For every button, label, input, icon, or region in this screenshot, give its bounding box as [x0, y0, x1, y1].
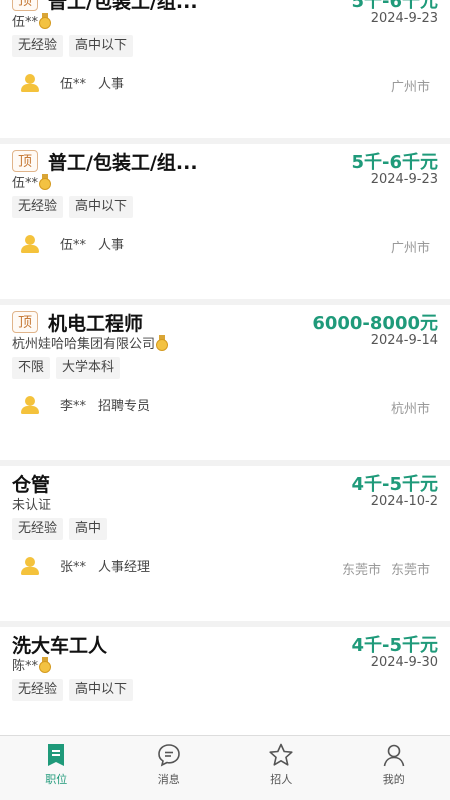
star-icon: [269, 743, 293, 766]
recruiter-info: 李** 招聘专员: [20, 395, 150, 414]
job-city: 广州市: [391, 237, 430, 256]
recruiter-role: 人事: [98, 238, 125, 253]
recruiter-name: 张**: [60, 560, 87, 575]
company-name: 伍**: [12, 11, 52, 30]
job-card[interactable]: 顶 普工/包装工/组... 5千-6千元 伍** 2024-9-23 无经验 高…: [0, 144, 450, 299]
recruiter-name: 李**: [60, 399, 87, 414]
recruiter-name: 伍**: [60, 238, 87, 253]
tag-education: 高中以下: [69, 35, 134, 57]
tag-experience: 无经验: [12, 518, 64, 540]
company-label: 陈**: [12, 659, 39, 674]
tab-label: 招人: [270, 773, 293, 786]
top-badge: 顶: [12, 0, 38, 11]
tag-experience: 不限: [12, 357, 51, 379]
verified-medal-icon: [156, 335, 169, 351]
company-label: 伍**: [12, 15, 39, 30]
job-title: 洗大车工人: [12, 634, 108, 657]
tag-education: 高中: [69, 518, 108, 540]
company-name: 伍**: [12, 172, 52, 191]
tab-label: 职位: [45, 773, 68, 786]
top-badge: 顶: [12, 150, 38, 172]
tag-education: 高中以下: [69, 196, 134, 218]
tab-recruit[interactable]: 招人: [225, 736, 338, 800]
job-salary: 4千-5千元: [351, 474, 438, 495]
job-card[interactable]: 顶 普工/包装工/组... 5千-6千元 伍** 2024-9-23 无经验 高…: [0, 0, 450, 138]
company-name: 杭州娃哈哈集团有限公司: [12, 333, 169, 352]
job-title-row: 顶 机电工程师: [12, 310, 144, 335]
tab-label: 我的: [382, 773, 405, 786]
job-city: 杭州市: [391, 398, 430, 417]
job-list: 顶 普工/包装工/组... 5千-6千元 伍** 2024-9-23 无经验 高…: [0, 0, 450, 735]
verified-medal-icon: [39, 174, 52, 190]
person-icon: [20, 234, 40, 253]
job-title-row: 顶 普工/包装工/组...: [12, 149, 198, 174]
city-label: 广州市: [390, 241, 430, 256]
recruiter-role: 人事: [98, 77, 125, 92]
job-title: 普工/包装工/组...: [48, 0, 198, 13]
bottom-tab-bar: 职位 消息 招人 我的: [0, 735, 450, 800]
job-tags: 无经验 高中以下: [12, 196, 134, 218]
tag-education: 高中以下: [69, 679, 134, 701]
job-salary: 5千-6千元: [351, 152, 438, 173]
district-label: 东莞市: [390, 563, 430, 578]
post-date: 2024-9-14: [370, 333, 438, 348]
recruiter-role: 人事经理: [98, 560, 151, 575]
post-date: 2024-9-30: [370, 655, 438, 670]
job-salary: 6000-8000元: [312, 313, 438, 334]
company-name: 未认证: [12, 494, 51, 513]
company-label: 伍**: [12, 176, 39, 191]
job-city: 广州市: [391, 76, 430, 95]
job-list-icon: [48, 744, 65, 766]
job-title: 仓管: [12, 473, 51, 496]
job-card[interactable]: 洗大车工人 4千-5千元 陈** 2024-9-30 无经验 高中以下: [0, 627, 450, 735]
company-label: 未认证: [12, 498, 52, 513]
profile-icon: [383, 744, 405, 767]
person-icon: [20, 556, 40, 575]
post-date: 2024-9-23: [370, 172, 438, 187]
recruiter-role: 招聘专员: [98, 399, 151, 414]
job-card[interactable]: 仓管 4千-5千元 未认证 2024-10-2 无经验 高中 张** 人事经理 …: [0, 466, 450, 621]
recruiter-info: 张** 人事经理: [20, 556, 150, 575]
job-tags: 无经验 高中: [12, 518, 108, 540]
tag-experience: 无经验: [12, 35, 64, 57]
tag-experience: 无经验: [12, 196, 64, 218]
verified-medal-icon: [39, 657, 52, 673]
job-tags: 不限 大学本科: [12, 357, 121, 379]
verified-medal-icon: [39, 13, 52, 29]
tab-label: 消息: [157, 773, 180, 786]
tag-education: 大学本科: [56, 357, 121, 379]
city-label: 杭州市: [390, 402, 430, 417]
recruiter-info: 伍** 人事: [20, 234, 124, 253]
city-label: 东莞市: [341, 563, 381, 578]
job-tags: 无经验 高中以下: [12, 679, 134, 701]
recruiter-info: 伍** 人事: [20, 73, 124, 92]
message-icon: [157, 744, 180, 767]
job-salary: 4千-5千元: [351, 635, 438, 656]
post-date: 2024-10-2: [370, 494, 438, 509]
tab-messages[interactable]: 消息: [113, 736, 226, 800]
city-label: 广州市: [390, 80, 430, 95]
recruiter-name: 伍**: [60, 77, 87, 92]
company-label: 杭州娃哈哈集团有限公司: [12, 337, 156, 352]
tag-experience: 无经验: [12, 679, 64, 701]
job-tags: 无经验 高中以下: [12, 35, 134, 57]
company-name: 陈**: [12, 655, 52, 674]
job-title: 机电工程师: [48, 312, 144, 335]
job-title-row: 洗大车工人: [12, 632, 108, 657]
job-title-row: 仓管: [12, 471, 51, 496]
tab-profile[interactable]: 我的: [338, 736, 450, 800]
job-title: 普工/包装工/组...: [48, 151, 198, 174]
job-card[interactable]: 顶 机电工程师 6000-8000元 杭州娃哈哈集团有限公司 2024-9-14…: [0, 305, 450, 460]
top-badge: 顶: [12, 311, 38, 333]
job-city: 东莞市 东莞市: [342, 559, 430, 578]
person-icon: [20, 395, 40, 414]
person-icon: [20, 73, 40, 92]
tab-jobs[interactable]: 职位: [0, 736, 113, 800]
post-date: 2024-9-23: [370, 11, 438, 26]
